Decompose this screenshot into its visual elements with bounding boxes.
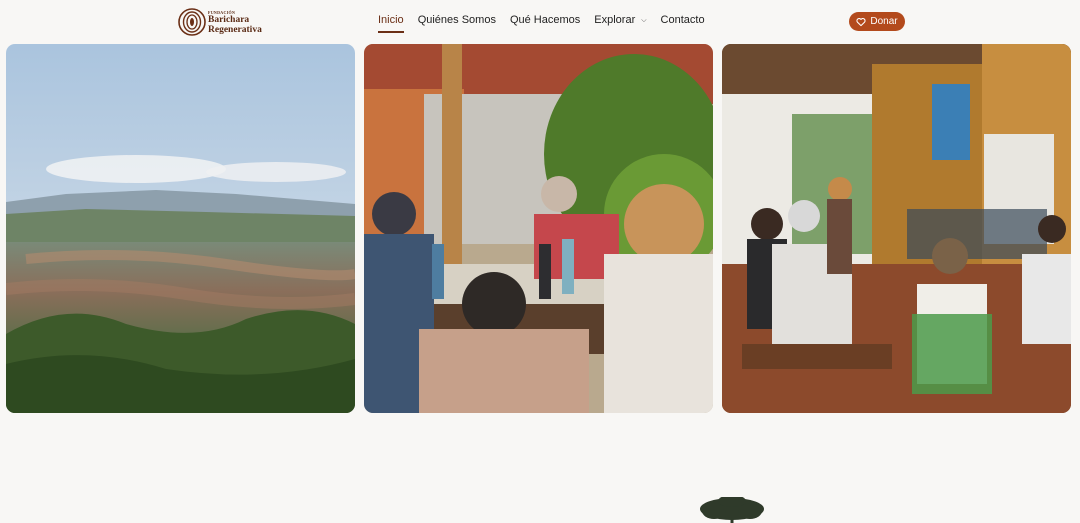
circle-gathering-image xyxy=(722,44,1071,413)
aerial-valley-town-photo[interactable] xyxy=(6,44,355,413)
logo-seed-icon xyxy=(178,8,206,36)
table-meeting-image xyxy=(364,44,713,413)
site-header: FUNDACIÓN Barichara Regenerativa Inicio … xyxy=(0,0,1080,44)
heart-icon xyxy=(856,17,866,26)
logo-wordmark: FUNDACIÓN Barichara Regenerativa xyxy=(208,10,262,35)
nav-label: Explorar xyxy=(594,14,636,26)
nav-item-explorar[interactable]: Explorar ⌵ xyxy=(594,14,646,32)
nav-item-inicio[interactable]: Inicio xyxy=(378,14,404,33)
nav-item-quienes-somos[interactable]: Quiénes Somos xyxy=(418,14,496,32)
site-logo[interactable]: FUNDACIÓN Barichara Regenerativa xyxy=(178,8,262,36)
tree-icon xyxy=(700,497,764,523)
donate-button[interactable]: Donar xyxy=(849,12,905,31)
logo-line-1: Barichara xyxy=(208,14,250,25)
photo-gallery xyxy=(6,44,1071,413)
circle-gathering-photo[interactable] xyxy=(722,44,1071,413)
nav-item-que-hacemos[interactable]: Qué Hacemos xyxy=(510,14,580,32)
main-nav: Inicio Quiénes Somos Qué Hacemos Explora… xyxy=(378,14,705,33)
nav-label: Inicio xyxy=(378,14,404,26)
aerial-valley-image xyxy=(6,44,355,413)
nav-label: Quiénes Somos xyxy=(417,14,496,26)
nav-label: Contacto xyxy=(660,14,705,26)
nav-label: Qué Hacemos xyxy=(509,14,581,26)
chevron-down-icon: ⌵ xyxy=(641,17,647,24)
nav-item-contacto[interactable]: Contacto xyxy=(661,14,705,32)
donate-label: Donar xyxy=(870,16,898,27)
table-meeting-photo[interactable] xyxy=(364,44,713,413)
logo-line-2: Regenerativa xyxy=(208,24,262,35)
